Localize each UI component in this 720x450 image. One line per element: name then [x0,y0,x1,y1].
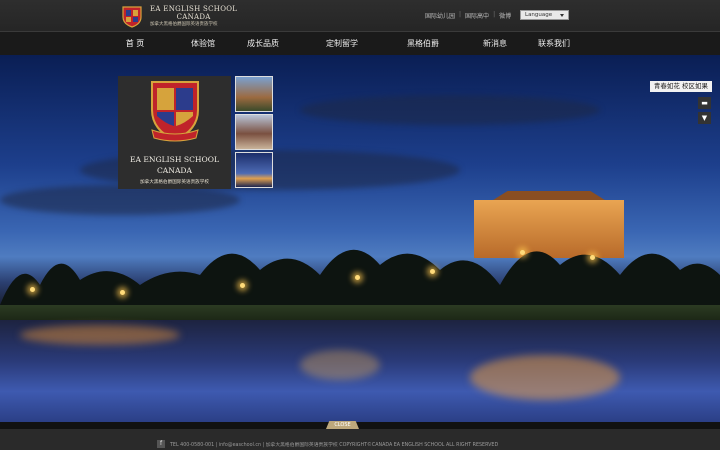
thumbnail-night-view[interactable] [235,152,273,188]
side-tag[interactable]: 青春如花 校区如果 [649,81,712,92]
lamp-light [590,255,595,260]
top-links: 国际幼儿园 | 国际高中 | 微博 [425,11,511,20]
language-select[interactable]: Language [520,10,569,20]
light-reflection [20,325,180,345]
site-logo[interactable]: EA ENGLISH SCHOOL CANADA 加拿大黑格伯爵国际英语贵族学校 [120,4,237,28]
toplink-highschool[interactable]: 国际高中 [465,11,489,20]
light-reflection [300,350,380,380]
logo-name-line2: CANADA [176,12,211,21]
language-select-value: Language [525,12,553,18]
separator: | [493,11,496,18]
light-reflection [470,355,620,400]
nav-growth[interactable]: 成长品质 [228,32,298,56]
lamp-light [120,290,125,295]
toplink-kindergarten[interactable]: 国际幼儿园 [425,11,455,20]
facebook-icon[interactable]: f [157,440,165,448]
crest-icon [120,4,144,28]
chevron-down-icon [560,14,564,17]
crest-icon [151,81,199,142]
tree-line [0,249,720,315]
thumbnail-campus[interactable] [235,76,273,112]
lamp-light [430,269,435,274]
nav-study-abroad[interactable]: 定制留学 [307,32,377,56]
nav-earl-haig[interactable]: 黑格伯爵 [388,32,458,56]
lamp-light [240,283,245,288]
thumbnail-students[interactable] [235,114,273,150]
comment-icon[interactable]: ▬ [698,97,711,109]
separator: | [459,11,462,18]
site-header: EA ENGLISH SCHOOL CANADA 加拿大黑格伯爵国际英语贵族学校… [0,0,720,55]
card-name-line1: EA ENGLISH SCHOOL [129,155,220,164]
lamp-light [30,287,35,292]
hero-banner [0,55,720,422]
filter-icon[interactable]: ▼ [698,112,711,124]
nav-home[interactable]: 首 页 [100,32,170,56]
toplink-weibo[interactable]: 微博 [499,11,511,20]
school-logo-card: EA ENGLISH SCHOOL CANADA 加拿大黑格伯爵国际英语贵族学校 [118,76,231,189]
cloud [0,185,240,215]
card-name-line2: CANADA [157,166,192,175]
close-button[interactable]: CLOSE [326,421,359,429]
lamp-light [520,250,525,255]
lamp-light [355,275,360,280]
logo-name-cn: 加拿大黑格伯爵国际英语贵族学校 [150,21,218,27]
main-nav: 首 页 体验馆 成长品质 定制留学 黑格伯爵 新消息 联系我们 [0,31,720,55]
footer-text: TEL 400-0580-001 | info@easchool.cn | 加拿… [170,443,499,448]
logo-name-line1: EA ENGLISH SCHOOL [150,4,238,13]
cloud [300,95,600,125]
nav-contact[interactable]: 联系我们 [519,32,589,56]
card-name-cn: 加拿大黑格伯爵国际英语贵族学校 [140,180,209,185]
